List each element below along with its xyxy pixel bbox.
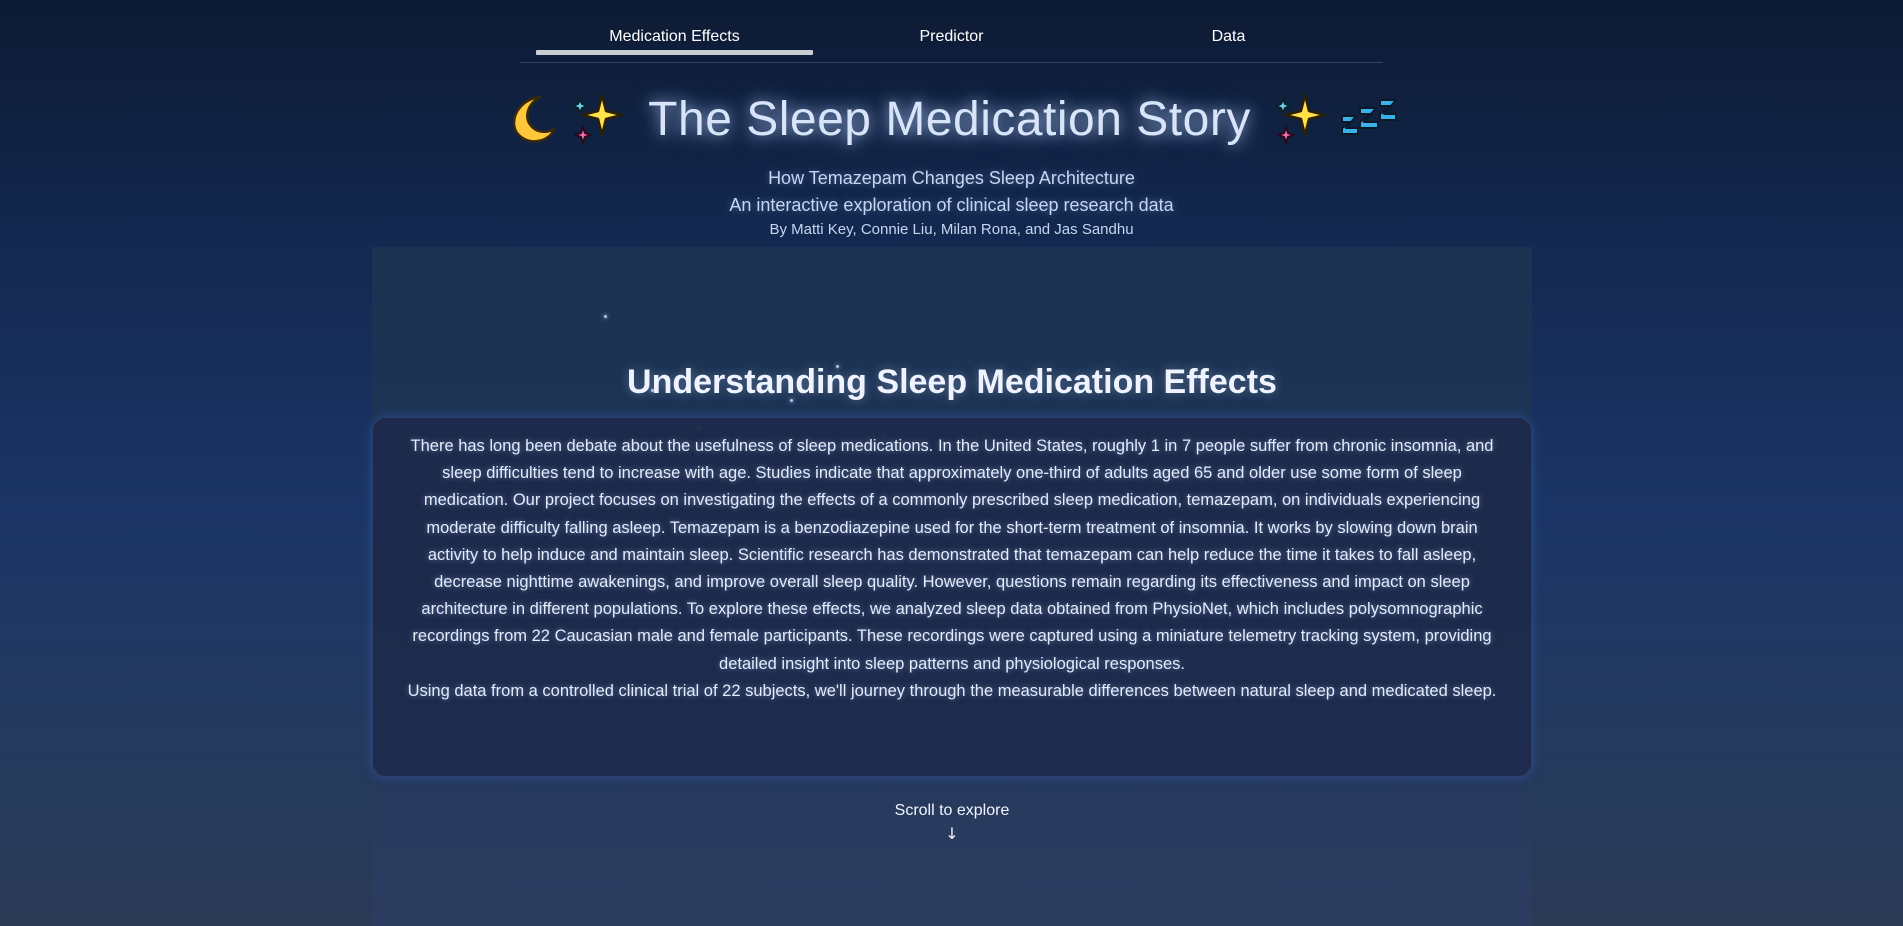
intro-section: Understanding Sleep Medication Effects T… (372, 247, 1532, 926)
top-nav: Medication Effects Predictor Data (520, 0, 1383, 63)
active-tab-indicator (536, 50, 813, 55)
page-tagline: An interactive exploration of clinical s… (729, 195, 1174, 215)
title-row: The Sleep Medication Story (0, 84, 1903, 154)
page-header: The Sleep Medication Story How Temazepam… (0, 84, 1903, 238)
intro-paragraph: Using data from a controlled clinical tr… (407, 681, 1497, 700)
scroll-hint[interactable]: Scroll to explore ↓ (372, 802, 1532, 843)
page-title: The Sleep Medication Story (648, 92, 1251, 146)
section-title: Understanding Sleep Medication Effects (627, 363, 1277, 402)
zzz-icon (1340, 99, 1397, 135)
tab-medication-effects[interactable]: Medication Effects (536, 0, 813, 56)
tab-predictor[interactable]: Predictor (813, 0, 1090, 56)
tab-data[interactable]: Data (1090, 0, 1367, 56)
intro-card: There has long been debate about the use… (372, 417, 1532, 777)
crescent-moon-icon (512, 95, 556, 143)
intro-paragraph: There has long been debate about the use… (410, 437, 1494, 673)
scroll-hint-label: Scroll to explore (894, 802, 1010, 819)
sparkles-icon (1274, 93, 1327, 144)
authors-line: By Matti Key, Connie Liu, Milan Rona, an… (769, 221, 1134, 238)
sparkles-icon (572, 93, 624, 144)
decorative-star (604, 315, 607, 318)
arrow-down-icon: ↓ (945, 824, 959, 843)
page-subtitle: How Temazepam Changes Sleep Architecture (768, 168, 1135, 188)
